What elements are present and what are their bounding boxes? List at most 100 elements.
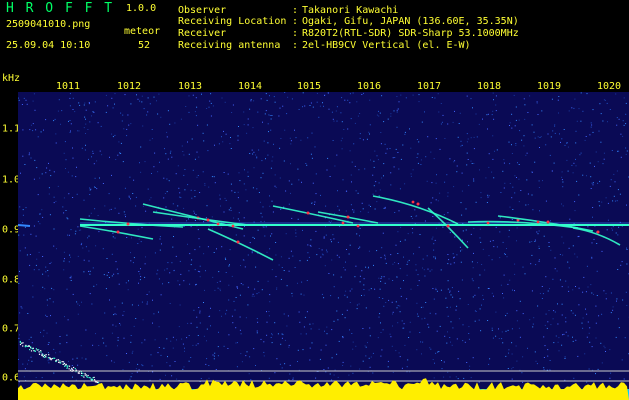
- noise-diagonal: [30, 346, 32, 348]
- noise-diagonal: [66, 366, 69, 368]
- x-tick-1014: 1014: [237, 81, 263, 92]
- noise-diagonal: [91, 379, 93, 381]
- noise-diagonal: [24, 346, 27, 348]
- receiver-colon: :: [292, 28, 299, 39]
- noise-diagonal: [63, 362, 66, 365]
- meteor-echo-peak: [346, 215, 350, 219]
- noise-diagonal: [65, 365, 67, 367]
- noise-diagonal: [66, 367, 68, 369]
- noise-diagonal: [64, 365, 66, 367]
- noise-diagonal: [51, 358, 53, 360]
- noise-diagonal: [58, 361, 60, 363]
- meteor-label: meteor: [124, 26, 161, 37]
- noise-diagonal: [38, 351, 40, 353]
- noise-diagonal: [38, 353, 41, 355]
- noise-diagonal: [62, 361, 64, 363]
- noise-diagonal: [68, 368, 70, 370]
- noise-diagonal: [43, 356, 45, 358]
- antenna-label: Receiving antenna: [178, 40, 281, 51]
- noise-diagonal: [40, 350, 42, 352]
- noise-diagonal: [32, 347, 34, 349]
- noise-diagonal: [40, 351, 42, 353]
- noise-diagonal: [45, 356, 47, 358]
- noise-diagonal: [48, 354, 50, 356]
- noise-diagonal: [30, 350, 33, 352]
- echo-hotspot: [216, 222, 220, 226]
- x-tick-1015: 1015: [296, 81, 322, 92]
- noise-diagonal: [62, 363, 64, 365]
- noise-diagonal: [41, 354, 43, 357]
- x-tick-1018: 1018: [476, 81, 502, 92]
- location-label: Receiving Location: [178, 16, 287, 27]
- meteor-echo-peak: [306, 211, 310, 215]
- noise-diagonal: [89, 377, 91, 379]
- echo-hotspot: [341, 221, 345, 225]
- noise-diagonal: [73, 366, 75, 369]
- noise-diagonal: [83, 376, 85, 378]
- noise-diagonal: [85, 374, 87, 376]
- spectrogram-background: [18, 92, 629, 400]
- noise-diagonal: [60, 362, 62, 364]
- noise-diagonal: [42, 356, 44, 358]
- noise-diagonal: [42, 354, 44, 356]
- meteor-echo-peak: [116, 230, 120, 234]
- noise-diagonal: [22, 342, 24, 344]
- meteor-echo-peak: [126, 222, 130, 226]
- noise-diagonal: [74, 368, 76, 370]
- noise-diagonal: [82, 375, 84, 377]
- noise-diagonal: [36, 349, 38, 351]
- noise-diagonal: [28, 345, 30, 347]
- meteor-echo-peak: [546, 220, 550, 224]
- noise-diagonal: [38, 349, 40, 351]
- noise-diagonal: [21, 342, 23, 344]
- noise-diagonal: [55, 360, 57, 363]
- noise-diagonal: [86, 375, 88, 377]
- noise-diagonal: [80, 374, 83, 377]
- echo-hotspot: [486, 221, 490, 225]
- meteor-echo-peak: [206, 218, 210, 222]
- echo-hotspot: [411, 200, 415, 204]
- echo-hotspot: [356, 224, 360, 228]
- spectrogram-canvas: [18, 92, 629, 400]
- noise-diagonal: [56, 359, 58, 361]
- meteor-echo-peak: [596, 230, 600, 234]
- meteor-count: 52: [138, 40, 151, 51]
- meteor-echo-peak: [236, 240, 240, 244]
- observer-value: Takanori Kawachi: [302, 5, 399, 16]
- noise-diagonal: [57, 359, 60, 361]
- noise-diagonal: [67, 365, 69, 367]
- noise-diagonal: [34, 350, 36, 352]
- noise-diagonal: [93, 376, 95, 378]
- location-value: Ogaki, Gifu, JAPAN (136.60E, 35.35N): [302, 16, 519, 27]
- timestamp: 25.09.04 10:10: [6, 40, 91, 51]
- y-unit-label: kHz: [2, 73, 21, 84]
- observer-colon: :: [292, 5, 299, 16]
- noise-diagonal: [50, 359, 52, 361]
- noise-diagonal: [88, 376, 90, 379]
- app-version: 1.0.0: [126, 3, 157, 14]
- echo-hotspot: [536, 220, 540, 224]
- noise-diagonal: [19, 343, 22, 346]
- noise-diagonal: [84, 372, 86, 375]
- x-tick-1011: 1011: [55, 81, 81, 92]
- noise-diagonal: [71, 369, 73, 371]
- x-tick-1013: 1013: [177, 81, 203, 92]
- location-colon: :: [292, 16, 299, 27]
- receiver-label: Receiver: [178, 28, 227, 39]
- noise-diagonal: [71, 367, 73, 369]
- noise-diagonal: [45, 354, 47, 356]
- noise-diagonal: [41, 353, 43, 355]
- noise-diagonal: [92, 379, 94, 381]
- x-tick-1020: 1020: [596, 81, 622, 92]
- noise-diagonal: [47, 357, 49, 359]
- antenna-value: 2el-HB9CV Vertical (el. E-W): [302, 40, 471, 51]
- noise-diagonal: [35, 348, 37, 350]
- noise-diagonal: [22, 345, 24, 347]
- noise-diagonal: [61, 361, 63, 363]
- receiver-value: R820T2(RTL-SDR) SDR-Sharp 53.1000MHz: [302, 28, 519, 39]
- spectrogram: [18, 92, 629, 400]
- hroffft-window: H R O F F T 1.0.0 2509041010.png meteor …: [0, 0, 629, 400]
- noise-diagonal: [80, 372, 83, 374]
- x-tick-1019: 1019: [536, 81, 562, 92]
- noise-diagonal: [29, 349, 31, 351]
